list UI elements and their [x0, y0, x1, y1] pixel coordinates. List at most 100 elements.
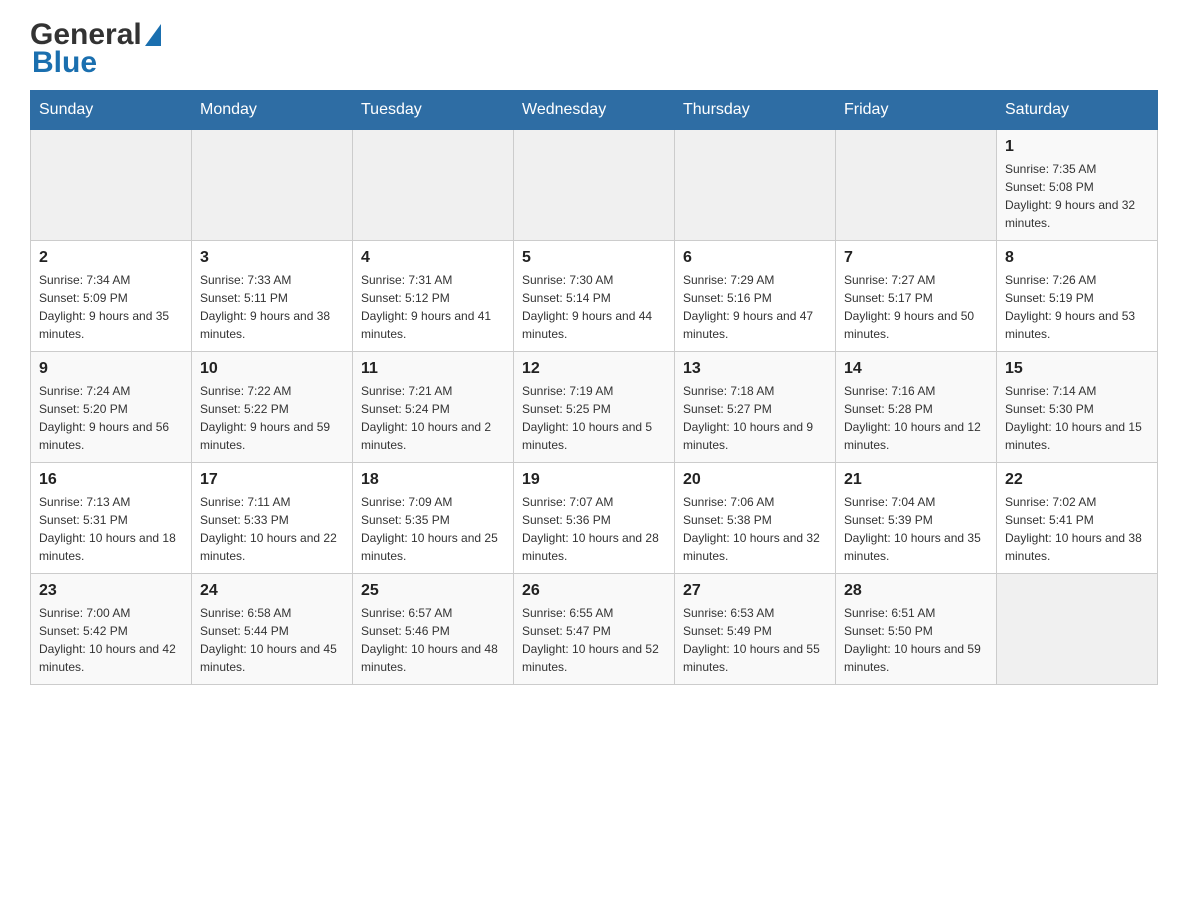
day-number: 13	[683, 360, 827, 378]
calendar-week-row: 16 Sunrise: 7:13 AMSunset: 5:31 PMDayligh…	[31, 463, 1158, 574]
day-info: Sunrise: 7:29 AMSunset: 5:16 PMDaylight:…	[683, 271, 827, 343]
calendar-cell: 13 Sunrise: 7:18 AMSunset: 5:27 PMDayligh…	[675, 352, 836, 463]
calendar-cell	[675, 130, 836, 241]
day-number: 21	[844, 471, 988, 489]
day-info: Sunrise: 7:35 AMSunset: 5:08 PMDaylight:…	[1005, 160, 1149, 232]
day-info: Sunrise: 7:27 AMSunset: 5:17 PMDaylight:…	[844, 271, 988, 343]
calendar-cell: 26 Sunrise: 6:55 AMSunset: 5:47 PMDayligh…	[514, 574, 675, 685]
day-number: 5	[522, 249, 666, 267]
weekday-header-sunday: Sunday	[31, 91, 192, 130]
calendar-cell: 1 Sunrise: 7:35 AMSunset: 5:08 PMDaylight…	[997, 130, 1158, 241]
day-info: Sunrise: 6:57 AMSunset: 5:46 PMDaylight:…	[361, 604, 505, 676]
logo-triangle-icon	[145, 24, 161, 46]
calendar-cell: 8 Sunrise: 7:26 AMSunset: 5:19 PMDaylight…	[997, 241, 1158, 352]
day-info: Sunrise: 7:26 AMSunset: 5:19 PMDaylight:…	[1005, 271, 1149, 343]
day-number: 6	[683, 249, 827, 267]
day-number: 28	[844, 582, 988, 600]
day-info: Sunrise: 7:21 AMSunset: 5:24 PMDaylight:…	[361, 382, 505, 454]
day-number: 4	[361, 249, 505, 267]
day-number: 14	[844, 360, 988, 378]
day-number: 17	[200, 471, 344, 489]
day-number: 24	[200, 582, 344, 600]
day-info: Sunrise: 7:31 AMSunset: 5:12 PMDaylight:…	[361, 271, 505, 343]
day-info: Sunrise: 6:53 AMSunset: 5:49 PMDaylight:…	[683, 604, 827, 676]
day-info: Sunrise: 7:19 AMSunset: 5:25 PMDaylight:…	[522, 382, 666, 454]
calendar-cell	[514, 130, 675, 241]
calendar-cell: 6 Sunrise: 7:29 AMSunset: 5:16 PMDaylight…	[675, 241, 836, 352]
page-header: General Blue	[30, 20, 1158, 80]
calendar-cell: 25 Sunrise: 6:57 AMSunset: 5:46 PMDayligh…	[353, 574, 514, 685]
day-number: 22	[1005, 471, 1149, 489]
calendar-cell: 9 Sunrise: 7:24 AMSunset: 5:20 PMDaylight…	[31, 352, 192, 463]
calendar-cell	[31, 130, 192, 241]
calendar-table: SundayMondayTuesdayWednesdayThursdayFrid…	[30, 90, 1158, 685]
day-number: 7	[844, 249, 988, 267]
day-info: Sunrise: 7:09 AMSunset: 5:35 PMDaylight:…	[361, 493, 505, 565]
weekday-header-wednesday: Wednesday	[514, 91, 675, 130]
calendar-cell: 23 Sunrise: 7:00 AMSunset: 5:42 PMDayligh…	[31, 574, 192, 685]
day-info: Sunrise: 7:18 AMSunset: 5:27 PMDaylight:…	[683, 382, 827, 454]
day-info: Sunrise: 7:22 AMSunset: 5:22 PMDaylight:…	[200, 382, 344, 454]
day-number: 27	[683, 582, 827, 600]
day-number: 19	[522, 471, 666, 489]
day-info: Sunrise: 7:24 AMSunset: 5:20 PMDaylight:…	[39, 382, 183, 454]
calendar-header-row: SundayMondayTuesdayWednesdayThursdayFrid…	[31, 91, 1158, 130]
calendar-week-row: 1 Sunrise: 7:35 AMSunset: 5:08 PMDaylight…	[31, 130, 1158, 241]
calendar-cell: 27 Sunrise: 6:53 AMSunset: 5:49 PMDayligh…	[675, 574, 836, 685]
day-number: 2	[39, 249, 183, 267]
day-info: Sunrise: 7:02 AMSunset: 5:41 PMDaylight:…	[1005, 493, 1149, 565]
calendar-cell: 12 Sunrise: 7:19 AMSunset: 5:25 PMDayligh…	[514, 352, 675, 463]
day-number: 25	[361, 582, 505, 600]
day-info: Sunrise: 7:00 AMSunset: 5:42 PMDaylight:…	[39, 604, 183, 676]
day-info: Sunrise: 6:55 AMSunset: 5:47 PMDaylight:…	[522, 604, 666, 676]
calendar-cell: 7 Sunrise: 7:27 AMSunset: 5:17 PMDaylight…	[836, 241, 997, 352]
day-number: 9	[39, 360, 183, 378]
calendar-cell: 10 Sunrise: 7:22 AMSunset: 5:22 PMDayligh…	[192, 352, 353, 463]
day-number: 1	[1005, 138, 1149, 156]
day-info: Sunrise: 7:11 AMSunset: 5:33 PMDaylight:…	[200, 493, 344, 565]
calendar-cell: 4 Sunrise: 7:31 AMSunset: 5:12 PMDaylight…	[353, 241, 514, 352]
day-info: Sunrise: 7:07 AMSunset: 5:36 PMDaylight:…	[522, 493, 666, 565]
calendar-cell	[353, 130, 514, 241]
calendar-cell: 28Sunrise: 6:51 AMSunset: 5:50 PMDayligh…	[836, 574, 997, 685]
day-number: 18	[361, 471, 505, 489]
calendar-cell: 21 Sunrise: 7:04 AMSunset: 5:39 PMDayligh…	[836, 463, 997, 574]
weekday-header-tuesday: Tuesday	[353, 91, 514, 130]
day-info: Sunrise: 7:34 AMSunset: 5:09 PMDaylight:…	[39, 271, 183, 343]
day-info: Sunrise: 7:33 AMSunset: 5:11 PMDaylight:…	[200, 271, 344, 343]
calendar-cell: 22 Sunrise: 7:02 AMSunset: 5:41 PMDayligh…	[997, 463, 1158, 574]
logo-blue-text: Blue	[32, 46, 97, 79]
calendar-cell: 16 Sunrise: 7:13 AMSunset: 5:31 PMDayligh…	[31, 463, 192, 574]
day-number: 11	[361, 360, 505, 378]
calendar-week-row: 9 Sunrise: 7:24 AMSunset: 5:20 PMDaylight…	[31, 352, 1158, 463]
day-number: 12	[522, 360, 666, 378]
logo: General Blue	[30, 20, 164, 80]
calendar-cell: 17 Sunrise: 7:11 AMSunset: 5:33 PMDayligh…	[192, 463, 353, 574]
day-info: Sunrise: 7:16 AMSunset: 5:28 PMDaylight:…	[844, 382, 988, 454]
day-info: Sunrise: 7:14 AMSunset: 5:30 PMDaylight:…	[1005, 382, 1149, 454]
day-info: Sunrise: 7:04 AMSunset: 5:39 PMDaylight:…	[844, 493, 988, 565]
weekday-header-saturday: Saturday	[997, 91, 1158, 130]
calendar-cell: 3 Sunrise: 7:33 AMSunset: 5:11 PMDaylight…	[192, 241, 353, 352]
day-number: 26	[522, 582, 666, 600]
calendar-cell: 5Sunrise: 7:30 AMSunset: 5:14 PMDaylight…	[514, 241, 675, 352]
calendar-cell	[997, 574, 1158, 685]
calendar-week-row: 2 Sunrise: 7:34 AMSunset: 5:09 PMDaylight…	[31, 241, 1158, 352]
calendar-week-row: 23 Sunrise: 7:00 AMSunset: 5:42 PMDayligh…	[31, 574, 1158, 685]
weekday-header-thursday: Thursday	[675, 91, 836, 130]
day-number: 10	[200, 360, 344, 378]
day-number: 20	[683, 471, 827, 489]
calendar-cell: 11 Sunrise: 7:21 AMSunset: 5:24 PMDayligh…	[353, 352, 514, 463]
calendar-cell: 19 Sunrise: 7:07 AMSunset: 5:36 PMDayligh…	[514, 463, 675, 574]
day-number: 8	[1005, 249, 1149, 267]
day-number: 16	[39, 471, 183, 489]
weekday-header-friday: Friday	[836, 91, 997, 130]
calendar-cell: 18 Sunrise: 7:09 AMSunset: 5:35 PMDayligh…	[353, 463, 514, 574]
day-number: 3	[200, 249, 344, 267]
calendar-cell: 14 Sunrise: 7:16 AMSunset: 5:28 PMDayligh…	[836, 352, 997, 463]
day-info: Sunrise: 7:13 AMSunset: 5:31 PMDaylight:…	[39, 493, 183, 565]
day-info: Sunrise: 6:58 AMSunset: 5:44 PMDaylight:…	[200, 604, 344, 676]
calendar-cell: 24 Sunrise: 6:58 AMSunset: 5:44 PMDayligh…	[192, 574, 353, 685]
calendar-cell: 20Sunrise: 7:06 AMSunset: 5:38 PMDayligh…	[675, 463, 836, 574]
day-number: 23	[39, 582, 183, 600]
